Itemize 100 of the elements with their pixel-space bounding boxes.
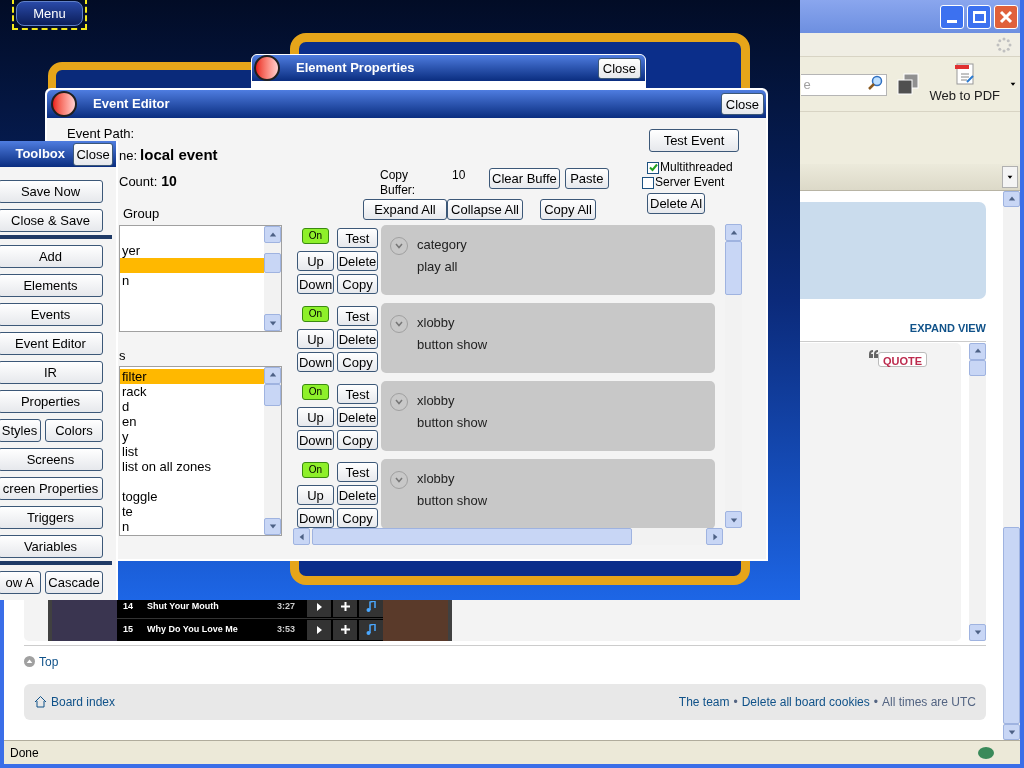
action-button[interactable]: Up — [297, 251, 334, 271]
action-button[interactable]: Up — [297, 407, 334, 427]
checkbox[interactable] — [642, 176, 654, 189]
action-button[interactable]: Triggers — [0, 506, 103, 529]
toggle-button[interactable]: On — [302, 306, 329, 322]
scroll-thumb[interactable] — [725, 241, 742, 295]
action-button[interactable]: Styles — [0, 419, 41, 442]
action-button[interactable]: Copy — [337, 274, 378, 294]
list-item[interactable]: n — [120, 273, 264, 288]
quote-button[interactable]: QUOTE — [877, 351, 927, 367]
scrollbar[interactable] — [969, 342, 986, 641]
list-item[interactable]: n — [120, 518, 264, 534]
action-button[interactable]: Events — [0, 303, 103, 326]
action-button[interactable]: Up — [297, 485, 334, 505]
scroll-down-button[interactable] — [264, 517, 281, 535]
toggle-button[interactable]: On — [302, 384, 329, 400]
action-button[interactable]: Down — [297, 508, 334, 528]
search-field[interactable]: e — [801, 73, 888, 96]
close-button[interactable]: Close — [720, 93, 764, 115]
action-button[interactable]: Collapse All — [447, 199, 523, 220]
action-button[interactable]: Copy — [337, 352, 378, 372]
scroll-up-button[interactable] — [725, 224, 742, 241]
close-button[interactable]: Close — [73, 142, 113, 166]
list-item[interactable]: yer — [120, 243, 264, 258]
close-button[interactable]: Close — [597, 57, 641, 79]
action-button[interactable]: Colors — [45, 419, 103, 442]
list-item[interactable]: toggle — [120, 488, 264, 504]
scroll-thumb[interactable] — [264, 383, 281, 406]
scrollbar[interactable] — [264, 366, 281, 535]
scroll-right-button[interactable] — [706, 528, 723, 545]
action-button[interactable]: Test — [337, 462, 378, 482]
maximize-button[interactable] — [967, 4, 991, 29]
action-button[interactable]: Up — [297, 329, 334, 349]
action-button[interactable]: Delete — [337, 251, 378, 271]
list-item[interactable]: en — [120, 413, 264, 429]
action-button[interactable]: Elements — [0, 274, 103, 297]
music-button[interactable] — [359, 619, 383, 640]
top-link[interactable]: Top — [39, 652, 59, 671]
action-button[interactable]: Delete — [337, 407, 378, 427]
search-icon[interactable] — [867, 75, 884, 91]
action-button[interactable]: Save Now — [0, 180, 103, 203]
action-button[interactable]: Cascade — [45, 571, 103, 594]
list-item[interactable]: d — [120, 398, 264, 414]
action-button[interactable]: Event Editor — [0, 332, 103, 355]
expand-view-link[interactable]: EXPAND VIEW — [909, 320, 986, 337]
scroll-thumb[interactable] — [264, 253, 281, 273]
toggle-button[interactable]: On — [302, 228, 329, 244]
action-button[interactable]: Test — [337, 384, 378, 404]
action-button[interactable]: Delete — [337, 329, 378, 349]
scroll-thumb[interactable] — [1003, 527, 1020, 724]
action-button[interactable]: Delete Al — [647, 193, 706, 214]
list-item[interactable]: list on all zones — [120, 458, 264, 474]
scrollbar[interactable] — [264, 226, 281, 331]
scroll-up-button[interactable] — [969, 342, 986, 360]
action-button[interactable]: Variables — [0, 535, 103, 558]
action-button[interactable]: Delete — [337, 485, 378, 505]
action-button[interactable]: Paste — [564, 168, 609, 189]
action-button[interactable]: Test — [337, 228, 378, 248]
action-button[interactable]: creen Properties — [0, 477, 103, 500]
action-button[interactable]: Screens — [0, 448, 103, 471]
checkbox[interactable] — [647, 161, 659, 174]
action-button[interactable]: Test Event — [649, 129, 739, 152]
scroll-up-button[interactable] — [264, 366, 281, 384]
list-item[interactable]: y — [120, 428, 264, 444]
board-index-link[interactable]: Board index — [51, 692, 116, 711]
round-window-icon[interactable] — [254, 55, 280, 81]
scroll-down-button[interactable] — [725, 511, 742, 528]
round-window-icon[interactable] — [51, 91, 77, 117]
list-item[interactable]: filter — [120, 368, 264, 384]
play-button[interactable] — [307, 619, 331, 640]
scrollbar[interactable] — [1003, 191, 1020, 740]
team-link[interactable]: The team — [678, 692, 730, 711]
action-button[interactable]: IR — [0, 361, 103, 384]
scroll-down-button[interactable] — [969, 623, 986, 641]
action-button[interactable]: Down — [297, 430, 334, 450]
action-button[interactable]: Add — [0, 245, 103, 268]
scroll-up-button[interactable] — [264, 226, 281, 243]
scroll-thumb[interactable] — [312, 528, 632, 545]
horizontal-scrollbar[interactable] — [293, 528, 723, 545]
action-button[interactable]: Down — [297, 352, 334, 372]
action-button[interactable]: Copy — [337, 430, 378, 450]
action-button[interactable]: Close & Save — [0, 209, 103, 232]
action-button[interactable]: Copy All — [540, 199, 596, 220]
menu-button[interactable]: Menu — [16, 1, 83, 26]
delete-cookies-link[interactable]: Delete all board cookies — [741, 692, 870, 711]
scroll-down-button[interactable] — [264, 314, 281, 331]
action-button[interactable]: Down — [297, 274, 334, 294]
action-button[interactable]: Expand All — [363, 199, 447, 220]
list-item[interactable]: rack — [120, 383, 264, 399]
scroll-down-button[interactable] — [1003, 723, 1020, 740]
web-to-pdf-button[interactable]: Web to PDF — [929, 62, 1000, 106]
toggle-button[interactable]: On — [302, 462, 329, 478]
minimize-button[interactable] — [940, 4, 964, 29]
track-title[interactable]: Shut Your Mouth — [147, 599, 277, 614]
tab-list-button[interactable] — [1002, 166, 1018, 188]
action-button[interactable]: Properties — [0, 390, 103, 413]
action-button[interactable]: ow A — [0, 571, 41, 594]
scroll-left-button[interactable] — [293, 528, 310, 545]
action-button[interactable]: Test — [337, 306, 378, 326]
track-title[interactable]: Why Do You Love Me — [147, 622, 277, 637]
